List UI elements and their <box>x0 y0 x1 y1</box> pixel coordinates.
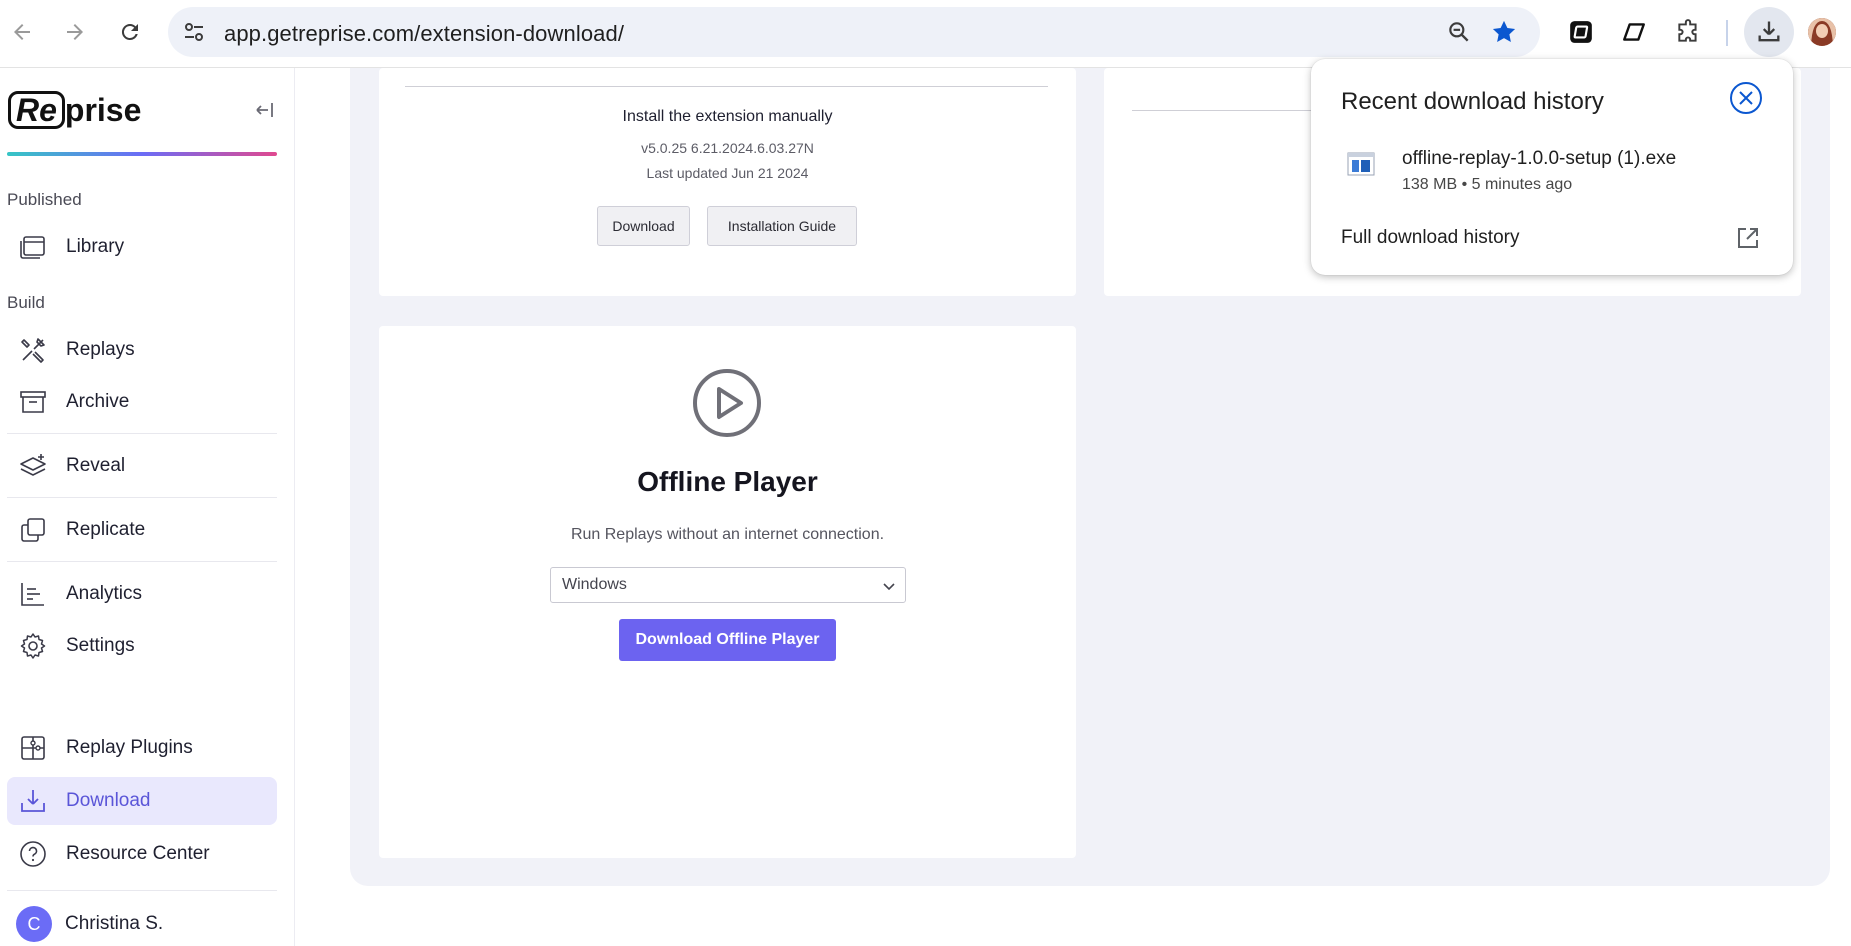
extension-reprise-icon[interactable] <box>1565 16 1597 48</box>
reprise-logo[interactable]: Re prise <box>8 90 141 130</box>
profile-avatar[interactable] <box>1808 18 1836 46</box>
user-name[interactable]: Christina S. <box>65 913 163 935</box>
url-text[interactable]: app.getreprise.com/extension-download/ <box>224 21 624 47</box>
download-offline-player-button[interactable]: Download Offline Player <box>619 619 836 661</box>
downloaded-file-name[interactable]: offline-replay-1.0.0-setup (1).exe <box>1402 148 1676 170</box>
extensions-puzzle-icon[interactable] <box>1672 16 1704 48</box>
download-extension-button[interactable]: Download <box>597 206 690 246</box>
arrow-right-icon <box>67 24 83 40</box>
sidebar-item-download[interactable]: Download <box>7 777 277 825</box>
section-published: Published <box>7 190 82 209</box>
sidebar-item-reveal[interactable]: Reveal <box>7 442 277 490</box>
bookmark-star-icon[interactable] <box>1490 18 1518 46</box>
full-download-history-link[interactable]: Full download history <box>1341 227 1519 249</box>
sidebar-item-analytics[interactable]: Analytics <box>7 570 277 618</box>
forward-button[interactable] <box>57 14 93 50</box>
last-updated-text: Last updated Jun 21 2024 <box>646 165 809 181</box>
close-icon[interactable] <box>1729 81 1763 115</box>
sidebar-divider <box>7 561 277 562</box>
download-history-popup: Recent download history offline-replay-1… <box>1311 59 1793 275</box>
gear-icon <box>16 629 50 663</box>
extension-parallelogram-icon[interactable] <box>1618 16 1650 48</box>
sidebar-divider <box>7 890 277 891</box>
copy-icon <box>16 513 50 547</box>
sidebar-item-library[interactable]: Library <box>7 223 277 271</box>
toolbar-separator <box>1726 20 1728 46</box>
os-select-value: Windows <box>562 576 627 593</box>
sidebar-divider <box>7 497 277 498</box>
zoom-icon[interactable] <box>1446 19 1472 45</box>
reload-button[interactable] <box>112 14 148 50</box>
sidebar-item-archive[interactable]: Archive <box>7 378 277 426</box>
installation-guide-button[interactable]: Installation Guide <box>707 206 857 246</box>
chevron-down-icon <box>883 583 895 591</box>
card-divider <box>405 86 1048 87</box>
play-circle-icon <box>693 369 761 437</box>
brand-gradient-bar <box>7 152 277 156</box>
offline-player-title: Offline Player <box>637 466 818 497</box>
os-select[interactable]: Windows <box>550 567 906 603</box>
back-button[interactable] <box>4 14 40 50</box>
downloads-button[interactable] <box>1744 7 1794 57</box>
sidebar: Re prise Published Library Build Replays … <box>0 68 295 946</box>
sidebar-item-replays[interactable]: Replays <box>7 326 277 374</box>
popup-title: Recent download history <box>1341 88 1604 115</box>
section-build: Build <box>7 293 45 312</box>
avatar[interactable]: C <box>16 906 52 942</box>
chart-icon <box>16 577 50 611</box>
puzzle-icon <box>16 731 50 765</box>
sidebar-item-replay-plugins[interactable]: Replay Plugins <box>7 724 277 772</box>
offline-player-card: Offline Player Run Replays without an in… <box>379 326 1076 858</box>
reload-icon <box>121 23 138 40</box>
archive-icon <box>16 385 50 419</box>
version-text: v5.0.25 6.21.2024.6.03.27N <box>641 140 814 156</box>
open-external-icon[interactable] <box>1735 225 1761 251</box>
help-icon <box>16 837 50 871</box>
install-title: Install the extension manually <box>622 108 833 125</box>
collapse-sidebar-icon[interactable] <box>252 98 276 122</box>
download-icon <box>16 784 50 818</box>
browser-toolbar: app.getreprise.com/extension-download/ <box>0 0 1851 68</box>
extension-card: Install the extension manually v5.0.25 6… <box>379 68 1076 296</box>
library-icon <box>16 230 50 264</box>
download-icon <box>1758 21 1780 42</box>
downloaded-file-meta: 138 MB • 5 minutes ago <box>1402 176 1573 193</box>
file-exe-icon <box>1347 152 1375 176</box>
layers-icon <box>16 449 50 483</box>
tools-icon <box>16 333 50 367</box>
address-bar[interactable]: app.getreprise.com/extension-download/ <box>168 7 1540 57</box>
sidebar-item-replicate[interactable]: Replicate <box>7 506 277 554</box>
sidebar-item-settings[interactable]: Settings <box>7 622 277 670</box>
sidebar-divider <box>7 433 277 434</box>
offline-player-description: Run Replays without an internet connecti… <box>570 526 885 543</box>
arrow-left-icon <box>14 24 30 40</box>
site-settings-icon[interactable] <box>182 20 206 44</box>
sidebar-item-resource-center[interactable]: Resource Center <box>7 830 277 878</box>
